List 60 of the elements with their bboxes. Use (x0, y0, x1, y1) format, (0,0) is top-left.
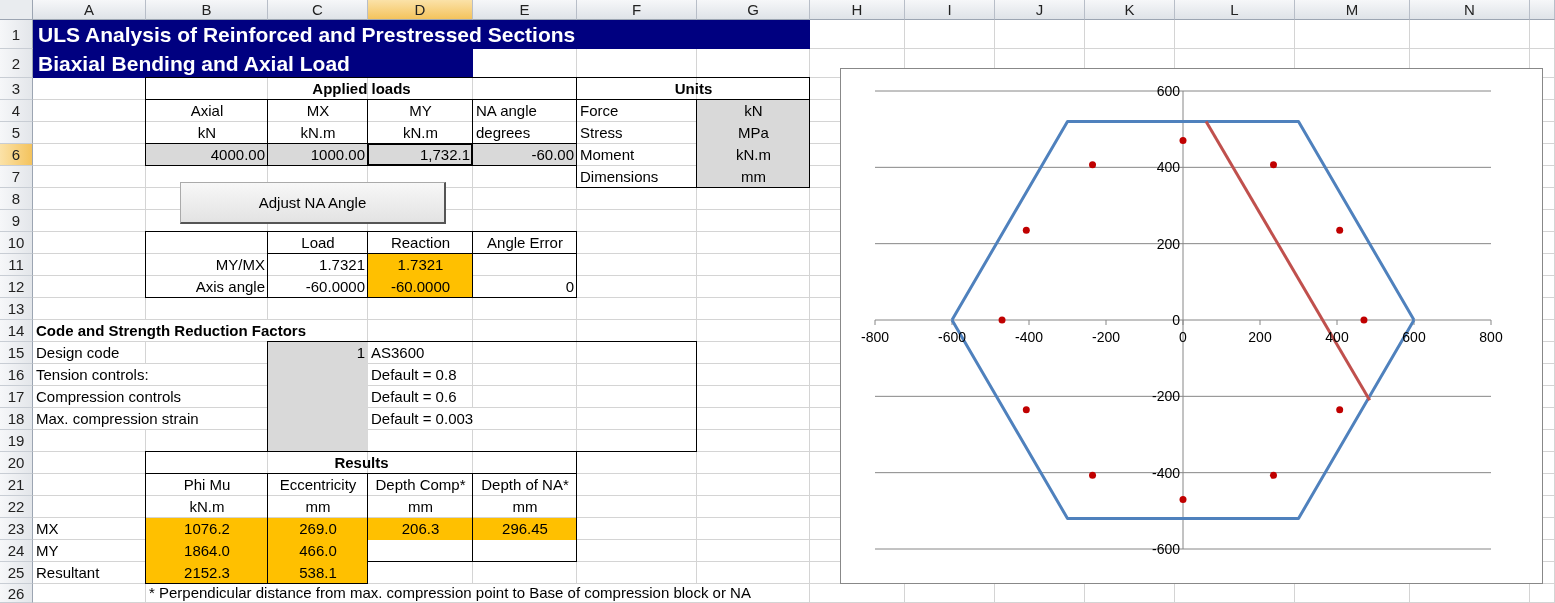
table-cell: 296.45 (473, 518, 577, 540)
table-cell: 4000.00 (146, 144, 268, 166)
table-cell: 538.1 (268, 562, 368, 584)
y-tick-label: 0 (1172, 312, 1180, 328)
table-cell: kN.m (697, 144, 810, 166)
table-cell-text: Reaction (389, 233, 452, 253)
table-cell: 206.3 (368, 518, 473, 540)
y-tick-label: 600 (1156, 83, 1180, 99)
table-cell-text: kN (196, 123, 218, 143)
table-cell-text: Angle Error (486, 233, 564, 253)
table-cell: 1.7321 (368, 254, 473, 276)
x-tick-label: -800 (861, 329, 889, 345)
table-cell: kN (697, 100, 810, 122)
y-tick-label: 200 (1156, 235, 1180, 252)
table-cell-text: mm (407, 497, 434, 517)
table-cell-text: Axial (189, 101, 225, 121)
table-cell-text: Depth Comp* (374, 475, 467, 495)
table-cell-text: Applied loads (311, 79, 412, 99)
table-cell: 1 (268, 342, 368, 364)
y-tick-label: 400 (1156, 159, 1180, 176)
table-cell: 1000.00 (268, 144, 368, 166)
x-tick-label: -400 (1015, 329, 1043, 345)
table-cell-text: mm (511, 497, 539, 517)
y-tick-label: -400 (1151, 464, 1180, 481)
table-cell-text: MX (305, 101, 331, 121)
table-cell-text: Depth of NA* (480, 475, 570, 495)
table-cell: MPa (697, 122, 810, 144)
x-tick-label: 200 (1248, 329, 1272, 345)
table-cell-text: 1.7321 (318, 255, 366, 275)
table-cell-text: kN.m (188, 497, 226, 517)
table-cell: -60.00 (473, 144, 577, 166)
table-cell: -60.0000 (368, 276, 473, 298)
table-cell: 2152.3 (146, 562, 268, 584)
y-tick-label: -600 (1151, 541, 1180, 557)
x-tick-label: -200 (1092, 329, 1120, 345)
x-tick-label: 800 (1479, 329, 1503, 345)
table-cell: 269.0 (268, 518, 368, 540)
table-cell: * Perpendicular distance from max. compression point to Base of compression block or NA (146, 584, 754, 602)
table-cell: 1864.0 (146, 540, 268, 562)
table-cell-text: Load (300, 233, 336, 253)
table-cell-text: kN.m (299, 123, 337, 143)
table-cell: mm (697, 166, 810, 188)
table-cell: 1076.2 (146, 518, 268, 540)
x-tick-label: 0 (1179, 329, 1187, 345)
y-tick-label: -200 (1151, 388, 1180, 405)
table-cell-text: kN.m (402, 123, 439, 143)
table-cell-text: Eccentricity (278, 475, 358, 495)
table-cell-text: MY/MX (214, 255, 266, 275)
table-cell-text: mm (304, 497, 332, 517)
sheet-title: ULS Analysis of Reinforced and Prestressed Sections (33, 20, 810, 49)
table-cell-text: Results (333, 453, 390, 473)
table-cell-text: MY (408, 101, 433, 121)
table-cell-text: Axis angle (194, 277, 266, 297)
table-cell: Code and Strength Reduction Factors (33, 320, 309, 341)
table-cell: 466.0 (268, 540, 368, 562)
table-cell-text: 0 (564, 277, 575, 297)
table-cell-text: Units (673, 79, 714, 99)
table-cell-text: Phi Mu (182, 475, 232, 495)
sheet-title: Biaxial Bending and Axial Load (33, 49, 473, 78)
table-cell-text: -60.0000 (304, 277, 366, 297)
